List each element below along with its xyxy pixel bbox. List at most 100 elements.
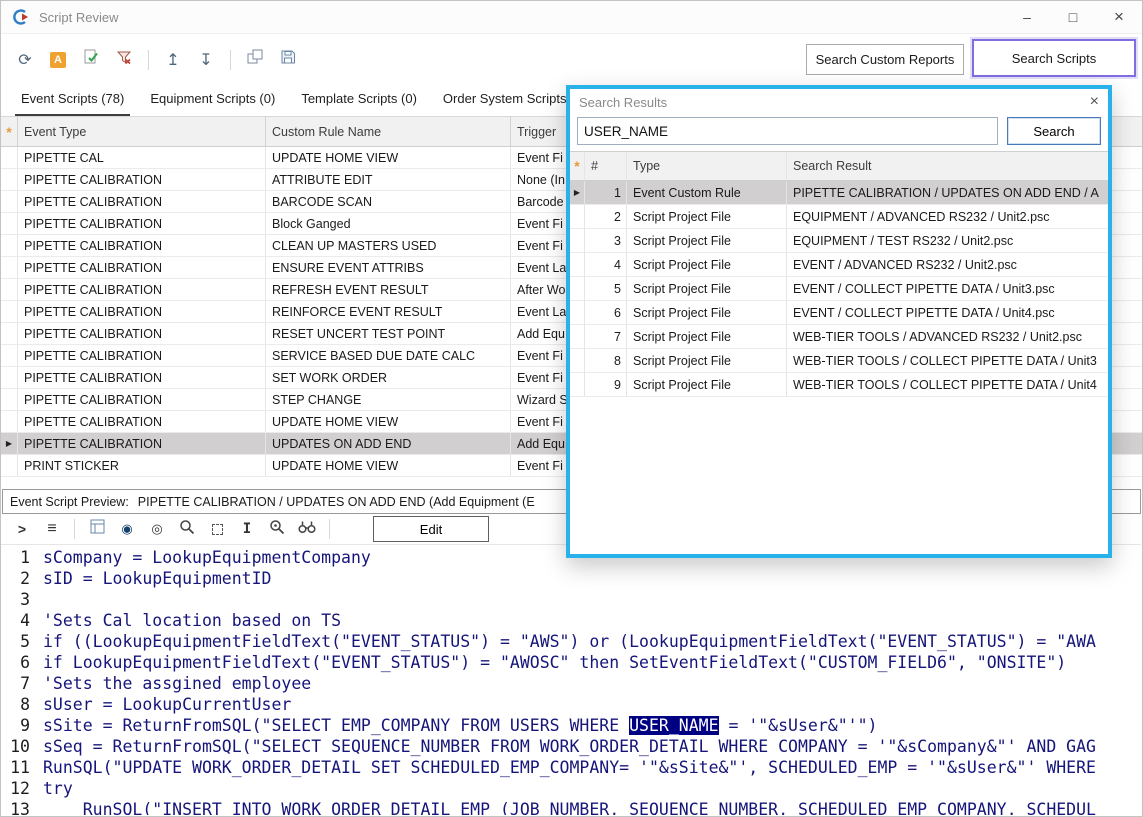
row-selector[interactable] (1, 235, 18, 256)
outline-button[interactable]: ≡ (41, 518, 63, 540)
cell-event-type: PIPETTE CALIBRATION (18, 279, 266, 300)
result-row[interactable]: 6Script Project FileEVENT / COLLECT PIPE… (570, 301, 1108, 325)
cell-custom-rule-name: CLEAN UP MASTERS USED (266, 235, 511, 256)
cell-number: 9 (585, 373, 627, 396)
search-scripts-button[interactable]: Search Scripts (972, 39, 1136, 77)
result-row[interactable]: 5Script Project FileEVENT / COLLECT PIPE… (570, 277, 1108, 301)
maximize-button[interactable]: □ (1050, 1, 1096, 33)
search-input[interactable] (577, 117, 998, 145)
zoom-button[interactable] (176, 518, 198, 540)
result-row[interactable]: 2Script Project FileEQUIPMENT / ADVANCED… (570, 205, 1108, 229)
edit-button[interactable]: Edit (373, 516, 489, 542)
cell-search-result: EVENT / COLLECT PIPETTE DATA / Unit3.psc (787, 277, 1108, 300)
row-selector[interactable] (1, 279, 18, 300)
row-selector-header: * (1, 117, 18, 146)
run-button[interactable]: > (11, 518, 33, 540)
find-all-button[interactable] (296, 518, 318, 540)
column-header-custom-rule-name[interactable]: Custom Rule Name (266, 117, 511, 146)
validate-script-button[interactable] (79, 48, 103, 72)
row-selector[interactable] (570, 277, 585, 300)
report-button[interactable] (86, 518, 108, 540)
tab-event-scripts[interactable]: Event Scripts (78) (15, 85, 130, 116)
row-selector[interactable] (1, 323, 18, 344)
line-number: 7 (1, 673, 43, 694)
toolbar-separator (230, 50, 231, 70)
row-selector[interactable] (1, 455, 18, 476)
row-selector[interactable] (1, 257, 18, 278)
outline-icon: ≡ (47, 520, 56, 538)
export-button[interactable]: ↥ (161, 48, 185, 72)
refresh-icon: ⟳ (18, 50, 31, 70)
line-number: 1 (1, 547, 43, 568)
row-selector[interactable] (1, 169, 18, 190)
tab-template-scripts[interactable]: Template Scripts (0) (295, 85, 423, 116)
run-icon: > (18, 521, 26, 537)
preview-value: PIPETTE CALIBRATION / UPDATES ON ADD END… (138, 495, 535, 509)
script-code-editor[interactable]: 1sCompany = LookupEquipmentCompany 2sID … (1, 544, 1141, 815)
row-selector[interactable] (570, 373, 585, 396)
save-button[interactable] (276, 48, 300, 72)
cell-type: Script Project File (627, 325, 787, 348)
result-row[interactable]: 4Script Project FileEVENT / ADVANCED RS2… (570, 253, 1108, 277)
find-button[interactable] (266, 518, 288, 540)
import-button[interactable]: ↧ (194, 48, 218, 72)
filter-button[interactable] (112, 48, 136, 72)
row-selector[interactable] (570, 301, 585, 324)
watch-button[interactable]: ◎ (146, 518, 168, 540)
row-selector[interactable] (570, 229, 585, 252)
result-row[interactable]: 9Script Project FileWEB-TIER TOOLS / COL… (570, 373, 1108, 397)
code-line: 3 (1, 589, 1141, 610)
minimize-button[interactable]: – (1004, 1, 1050, 33)
cell-custom-rule-name: STEP CHANGE (266, 389, 511, 410)
result-row[interactable]: 8Script Project FileWEB-TIER TOOLS / COL… (570, 349, 1108, 373)
row-selector[interactable] (1, 191, 18, 212)
result-row[interactable]: 7Script Project FileWEB-TIER TOOLS / ADV… (570, 325, 1108, 349)
cell-search-result: WEB-TIER TOOLS / COLLECT PIPETTE DATA / … (787, 349, 1108, 372)
tab-equipment-scripts[interactable]: Equipment Scripts (0) (144, 85, 281, 116)
column-header-type[interactable]: Type (627, 152, 787, 180)
row-selector[interactable] (1, 213, 18, 234)
tab-order-system-scripts[interactable]: Order System Scripts (437, 85, 573, 116)
row-selector[interactable]: ▶ (1, 433, 18, 454)
row-selector[interactable] (1, 411, 18, 432)
row-selector[interactable] (1, 367, 18, 388)
cell-search-result: PIPETTE CALIBRATION / UPDATES ON ADD END… (787, 181, 1108, 204)
row-selector[interactable] (570, 325, 585, 348)
row-selector[interactable] (1, 345, 18, 366)
row-selector[interactable] (570, 253, 585, 276)
attribute-button[interactable]: A (46, 48, 70, 72)
cell-event-type: PIPETTE CALIBRATION (18, 191, 266, 212)
row-selector[interactable] (1, 389, 18, 410)
row-selector[interactable] (570, 349, 585, 372)
open-window-button[interactable] (243, 48, 267, 72)
cell-custom-rule-name: BARCODE SCAN (266, 191, 511, 212)
column-header-event-type[interactable]: Event Type (18, 117, 266, 146)
select-mode-button[interactable] (206, 518, 228, 540)
cell-event-type: PIPETTE CALIBRATION (18, 433, 266, 454)
search-results-grid: * # Type Search Result ▶1Event Custom Ru… (570, 151, 1108, 397)
popup-search-button[interactable]: Search (1007, 117, 1101, 145)
refresh-button[interactable]: ⟳ (13, 48, 37, 72)
row-selector[interactable] (1, 147, 18, 168)
selection-box-icon (212, 524, 223, 535)
column-header-number[interactable]: # (585, 152, 627, 180)
cell-type: Event Custom Rule (627, 181, 787, 204)
find-icon (269, 519, 285, 540)
cell-event-type: PIPETTE CAL (18, 147, 266, 168)
cell-type: Script Project File (627, 301, 787, 324)
popup-close-icon[interactable]: × (1090, 93, 1099, 111)
results-header: * # Type Search Result (570, 151, 1108, 181)
row-selector[interactable] (1, 301, 18, 322)
row-selector[interactable]: ▶ (570, 181, 585, 204)
row-indicator-icon: ▶ (574, 188, 580, 197)
result-row-selected[interactable]: ▶1Event Custom RulePIPETTE CALIBRATION /… (570, 181, 1108, 205)
row-selector[interactable] (570, 205, 585, 228)
insert-cursor-button[interactable]: I (236, 518, 258, 540)
close-button[interactable]: × (1096, 1, 1142, 33)
breakpoint-button[interactable]: ◉ (116, 518, 138, 540)
column-header-search-result[interactable]: Search Result (787, 152, 1108, 180)
result-row[interactable]: 3Script Project FileEQUIPMENT / TEST RS2… (570, 229, 1108, 253)
line-number: 2 (1, 568, 43, 589)
cell-custom-rule-name: SERVICE BASED DUE DATE CALC (266, 345, 511, 366)
search-custom-reports-button[interactable]: Search Custom Reports (806, 44, 964, 75)
